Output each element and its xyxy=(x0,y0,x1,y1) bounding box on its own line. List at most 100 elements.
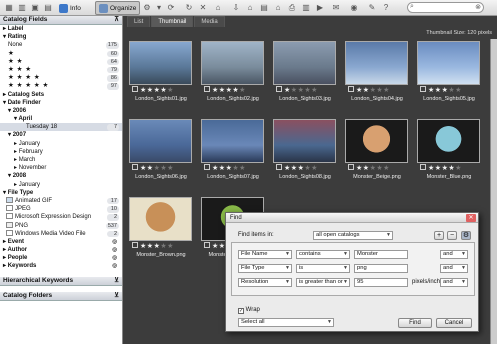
star-icon[interactable]: ★ xyxy=(147,87,154,94)
star-icon[interactable]: ★ xyxy=(455,165,462,172)
label-section[interactable]: ▸ Label xyxy=(0,25,122,33)
rating-row-1[interactable]: ★ 60 xyxy=(0,50,122,58)
date-year-2007[interactable]: ▾ 2007 xyxy=(0,131,122,139)
thumbnail-item[interactable]: ★★★★★ London_Sights01.jpg xyxy=(126,41,196,110)
star-icon[interactable]: ★ xyxy=(219,165,226,172)
star-icon[interactable]: ★ xyxy=(212,165,219,172)
grid-view-icon[interactable]: ▦ xyxy=(4,3,14,13)
rating-stars[interactable]: ★★★★★ xyxy=(348,164,390,172)
thumbnail-image[interactable] xyxy=(273,41,336,85)
criteria-field-select[interactable]: Resolution ▼ xyxy=(238,278,292,287)
filter-icon[interactable]: ◎ xyxy=(107,239,119,246)
star-icon[interactable]: ★ xyxy=(140,243,147,250)
close-icon[interactable]: ✕ xyxy=(466,214,476,222)
remove-row-button[interactable]: − xyxy=(447,231,457,240)
catalog-sets-section[interactable]: ▸ Catalog Sets xyxy=(0,91,122,99)
criteria-value-input[interactable]: png xyxy=(354,264,408,273)
thumbnail-item[interactable]: ★★★★★ London_Sights07.jpg xyxy=(198,119,268,188)
star-icon[interactable]: ★ xyxy=(147,243,154,250)
rating-stars[interactable]: ★★★★★ xyxy=(348,86,390,94)
select-checkbox[interactable] xyxy=(204,164,210,170)
star-icon[interactable]: ★ xyxy=(363,87,370,94)
select-checkbox[interactable] xyxy=(348,164,354,170)
star-icon[interactable]: ★ xyxy=(219,87,226,94)
delete-icon[interactable]: ✕ xyxy=(198,3,208,13)
thumbnail-image[interactable] xyxy=(417,41,480,85)
date-month-march[interactable]: ▸ March xyxy=(0,156,122,164)
criteria-field-select[interactable]: File Name ▼ xyxy=(238,250,292,259)
star-icon[interactable]: ★ xyxy=(140,165,147,172)
burn-icon[interactable]: ◉ xyxy=(349,3,359,13)
slideshow-icon[interactable]: ▣ xyxy=(30,3,40,13)
dropdown-arrow-icon[interactable]: ▾ xyxy=(154,3,164,13)
export-icon[interactable]: ⌂ xyxy=(245,3,255,13)
add-row-button[interactable]: + xyxy=(434,231,444,240)
date-day-tuesday-18[interactable]: Tuesday 18 7 xyxy=(0,123,122,132)
star-icon[interactable]: ★ xyxy=(383,87,390,94)
rating-stars[interactable]: ★★★★★ xyxy=(132,86,174,94)
rating-section[interactable]: ▾ Rating xyxy=(0,33,122,41)
tab-thumbnail[interactable]: Thumbnail xyxy=(151,16,194,27)
select-checkbox[interactable] xyxy=(204,242,210,248)
thumbnail-item[interactable]: ★★★★★ London_Sights03.jpg xyxy=(270,41,340,110)
options-button[interactable]: ⚙ xyxy=(461,231,471,240)
star-icon[interactable]: ★ xyxy=(435,87,442,94)
date-year-2006[interactable]: ▾ 2006 xyxy=(0,107,122,115)
date-finder-section[interactable]: ▾ Date Finder xyxy=(0,99,122,107)
star-icon[interactable]: ★ xyxy=(383,165,390,172)
rating-stars[interactable]: ★★★★★ xyxy=(276,86,318,94)
thumbnail-image[interactable] xyxy=(129,197,192,241)
help-icon[interactable]: ? xyxy=(381,3,391,13)
search-box[interactable]: ⌕ ⊗ xyxy=(407,2,484,13)
star-icon[interactable]: ★ xyxy=(212,243,219,250)
thumbnail-item[interactable]: ★★★★★ London_Sights02.jpg xyxy=(198,41,268,110)
author-section[interactable]: ▸ Author ◎ xyxy=(0,246,122,254)
star-icon[interactable]: ★ xyxy=(356,165,363,172)
collapse-icon[interactable]: ⊼ xyxy=(114,16,119,24)
file-type-expression-design[interactable]: Microsoft Expression Design 2 xyxy=(0,213,122,221)
criteria-operator-select[interactable]: contains ▼ xyxy=(296,250,350,259)
tag-icon[interactable]: ⌂ xyxy=(213,3,223,13)
criteria-logic-select[interactable]: and ▼ xyxy=(440,264,468,273)
rating-row-none[interactable]: None 175 xyxy=(0,41,122,49)
thumbnail-image[interactable] xyxy=(345,41,408,85)
rotate-icon[interactable]: ↻ xyxy=(184,3,194,13)
organize-button[interactable]: Organize xyxy=(95,1,141,15)
star-icon[interactable]: ★ xyxy=(356,87,363,94)
criteria-logic-select[interactable]: and ▼ xyxy=(440,250,468,259)
select-checkbox[interactable] xyxy=(276,164,282,170)
info-button[interactable]: Info xyxy=(56,1,84,15)
play-icon[interactable]: ▶ xyxy=(315,3,325,13)
rating-stars[interactable]: ★★★★★ xyxy=(132,164,174,172)
thumbnail-item[interactable]: ★★★★★ Monster_Brown.png xyxy=(126,197,196,266)
keywords-section[interactable]: ▸ Keywords ◎ xyxy=(0,262,122,270)
star-icon[interactable]: ★ xyxy=(363,165,370,172)
star-icon[interactable]: ★ xyxy=(311,165,318,172)
filter-icon[interactable]: ◎ xyxy=(107,263,119,270)
thumbnail-item[interactable]: ★★★★★ Monster_Beige.png xyxy=(342,119,412,188)
criteria-logic-select[interactable]: and ▼ xyxy=(440,278,468,287)
thumbnail-item[interactable]: ★★★★★ London_Sights05.jpg xyxy=(414,41,484,110)
hierarchical-keywords-header[interactable]: Hierarchical Keywords ⊻ xyxy=(0,276,122,286)
wrap-checkbox[interactable]: ✓ Wrap xyxy=(238,307,260,314)
criteria-field-select[interactable]: File Type ▼ xyxy=(238,264,292,273)
star-icon[interactable]: ★ xyxy=(167,165,174,172)
criteria-value-input[interactable]: Monster xyxy=(354,250,408,259)
file-type-png[interactable]: PNG 537 xyxy=(0,221,122,230)
thumbnail-item[interactable]: ★★★★★ London_Sights06.jpg xyxy=(126,119,196,188)
select-checkbox[interactable] xyxy=(132,242,138,248)
thumbnail-image[interactable] xyxy=(129,119,192,163)
select-all-dropdown[interactable]: Select all ▼ xyxy=(238,318,334,327)
file-type-section[interactable]: ▾ File Type xyxy=(0,189,122,197)
star-icon[interactable]: ★ xyxy=(167,87,174,94)
rating-stars[interactable]: ★★★★★ xyxy=(132,242,174,250)
file-type-jpeg[interactable]: JPEG 10 xyxy=(0,205,122,213)
date-month-january-2008[interactable]: ▸ January xyxy=(0,181,122,189)
event-section[interactable]: ▸ Event ◎ xyxy=(0,238,122,246)
star-icon[interactable]: ★ xyxy=(147,165,154,172)
star-icon[interactable]: ★ xyxy=(291,87,298,94)
expand-icon[interactable]: ⊻ xyxy=(114,292,119,300)
date-month-january[interactable]: ▸ January xyxy=(0,140,122,148)
filmstrip-icon[interactable]: ▤ xyxy=(43,3,53,13)
catalog-folders-header[interactable]: Catalog Folders ⊻ xyxy=(0,291,122,301)
